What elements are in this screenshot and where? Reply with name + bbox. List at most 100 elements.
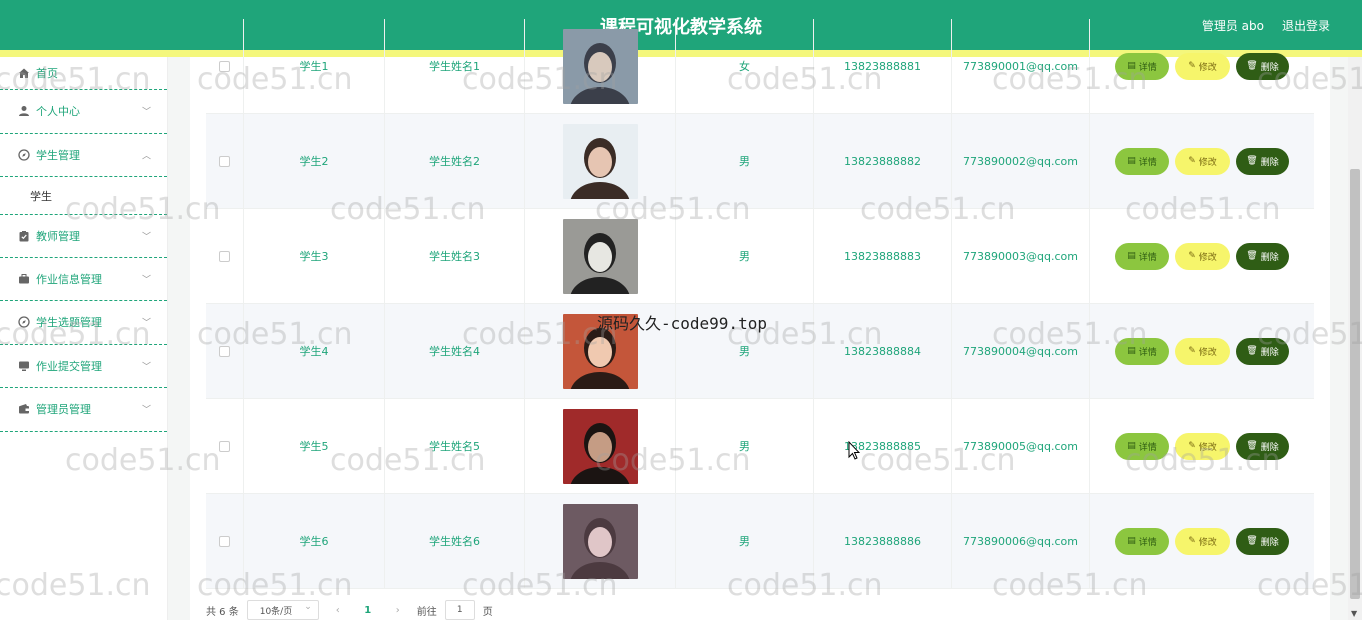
- student-name-cell: 学生姓名1: [385, 19, 525, 113]
- student-photo-cell: [525, 114, 676, 208]
- pagination: 共 6 条 10条/页 ‹ 1 › 前往 1 页: [206, 599, 493, 620]
- page-number-current[interactable]: 1: [357, 605, 379, 616]
- row-actions-cell: ▤ 详情 ✎ 修改 🗑 删除: [1090, 114, 1314, 208]
- pencil-icon: ✎: [1188, 156, 1196, 166]
- sidebar-item-student-management[interactable]: 学生管理 ︿: [0, 134, 167, 177]
- student-sex-cell: 男: [676, 209, 814, 303]
- student-sex-cell: 男: [676, 399, 814, 493]
- chevron-down-icon: ﹀: [141, 107, 151, 118]
- delete-button[interactable]: 🗑 删除: [1236, 52, 1289, 80]
- delete-button[interactable]: 🗑 删除: [1236, 147, 1289, 175]
- edit-button[interactable]: ✎ 修改: [1175, 337, 1230, 365]
- clipboard-icon: [18, 230, 30, 242]
- mouse-cursor-icon: [848, 441, 860, 460]
- row-checkbox[interactable]: [219, 345, 230, 357]
- sidebar-item-home[interactable]: 首页: [0, 57, 167, 90]
- delete-button[interactable]: 🗑 删除: [1236, 337, 1289, 365]
- sidebar-item-label: 学生选题管理: [36, 316, 102, 330]
- student-photo-cell: [525, 494, 676, 588]
- edit-button[interactable]: ✎ 修改: [1175, 242, 1230, 270]
- sidebar-item-label: 作业提交管理: [36, 359, 102, 373]
- row-checkbox-cell: [206, 494, 244, 588]
- edit-button[interactable]: ✎ 修改: [1175, 527, 1230, 555]
- detail-button[interactable]: ▤ 详情: [1115, 52, 1169, 80]
- chevron-down-icon: ﹀: [141, 275, 151, 286]
- trash-icon: 🗑: [1246, 346, 1258, 356]
- trash-icon: 🗑: [1246, 61, 1258, 71]
- edit-button-label: 修改: [1198, 442, 1217, 453]
- trash-icon: 🗑: [1246, 156, 1258, 166]
- detail-button-label: 详情: [1138, 442, 1157, 453]
- next-page-icon[interactable]: ›: [387, 605, 409, 616]
- document-icon: ▤: [1127, 441, 1136, 451]
- wallet-icon: [18, 403, 30, 415]
- sidebar-item-label: 作业信息管理: [36, 272, 102, 286]
- delete-button[interactable]: 🗑 删除: [1236, 527, 1289, 555]
- document-icon: ▤: [1127, 156, 1136, 166]
- student-phone-cell: 13823888886: [814, 494, 952, 588]
- edit-button[interactable]: ✎ 修改: [1175, 432, 1230, 460]
- sidebar-item-admin-management[interactable]: 管理员管理 ﹀: [0, 388, 167, 432]
- sidebar-menu: 首页 个人中心 ﹀ 学生管理 ︿ 学生 教师管理 ﹀ 作业信息管理 ﹀ 学生选题…: [0, 57, 168, 620]
- row-actions-cell: ▤ 详情 ✎ 修改 🗑 删除: [1090, 304, 1314, 398]
- row-checkbox[interactable]: [219, 535, 230, 547]
- student-name-cell: 学生姓名3: [385, 209, 525, 303]
- document-icon: ▤: [1127, 61, 1136, 71]
- row-checkbox[interactable]: [219, 155, 230, 167]
- document-icon: ▤: [1127, 251, 1136, 261]
- edit-button[interactable]: ✎ 修改: [1175, 147, 1230, 175]
- row-checkbox[interactable]: [219, 440, 230, 452]
- sidebar-item-homework-submission-management[interactable]: 作业提交管理 ﹀: [0, 345, 167, 388]
- delete-button-label: 删除: [1260, 537, 1279, 548]
- student-id-cell: 学生4: [244, 304, 385, 398]
- scrollbar-thumb[interactable]: [1350, 169, 1360, 599]
- student-name-cell: 学生姓名5: [385, 399, 525, 493]
- compass-icon: [18, 149, 30, 161]
- detail-button[interactable]: ▤ 详情: [1115, 432, 1169, 460]
- row-checkbox[interactable]: [219, 60, 230, 72]
- student-photo: [562, 218, 638, 294]
- row-checkbox-cell: [206, 19, 244, 113]
- user-icon: [18, 105, 30, 117]
- detail-button[interactable]: ▤ 详情: [1115, 242, 1169, 270]
- table-row: 学生4 学生姓名4 男 13823888884 773890004@qq.com…: [206, 304, 1314, 399]
- sidebar-item-teacher-management[interactable]: 教师管理 ﹀: [0, 214, 167, 258]
- trash-icon: 🗑: [1246, 441, 1258, 451]
- goto-page-input[interactable]: 1: [444, 600, 475, 620]
- detail-button-label: 详情: [1138, 157, 1157, 168]
- scroll-down-arrow-icon[interactable]: ▼: [1351, 609, 1357, 618]
- sidebar-item-topic-selection-management[interactable]: 学生选题管理 ﹀: [0, 301, 167, 345]
- student-sex-cell: 男: [676, 114, 814, 208]
- prev-page-icon[interactable]: ‹: [327, 605, 349, 616]
- edit-button[interactable]: ✎ 修改: [1175, 52, 1230, 80]
- row-checkbox[interactable]: [219, 250, 230, 262]
- document-icon: ▤: [1127, 346, 1136, 356]
- chevron-down-icon: ﹀: [141, 318, 151, 329]
- detail-button-label: 详情: [1138, 252, 1157, 263]
- table-row: 学生2 学生姓名2 男 13823888882 773890002@qq.com…: [206, 114, 1314, 209]
- pencil-icon: ✎: [1188, 346, 1196, 356]
- student-sex-cell: 女: [676, 19, 814, 113]
- sidebar-item-label: 首页: [36, 67, 58, 80]
- edit-button-label: 修改: [1198, 537, 1217, 548]
- student-photo-cell: [525, 19, 676, 113]
- page-scrollbar[interactable]: ▼: [1348, 57, 1362, 620]
- detail-button[interactable]: ▤ 详情: [1115, 337, 1169, 365]
- sidebar-item-homework-info-management[interactable]: 作业信息管理 ﹀: [0, 258, 167, 301]
- sidebar-item-personal-center[interactable]: 个人中心 ﹀: [0, 90, 167, 134]
- student-photo-cell: [525, 399, 676, 493]
- page-size-select[interactable]: 10条/页: [246, 600, 319, 620]
- sidebar-subitem-student[interactable]: 学生: [0, 177, 167, 214]
- delete-button[interactable]: 🗑 删除: [1236, 242, 1289, 270]
- student-email-cell: 773890004@qq.com: [952, 304, 1090, 398]
- goto-label: 前往: [416, 606, 437, 618]
- detail-button[interactable]: ▤ 详情: [1115, 147, 1169, 175]
- student-photo: [562, 28, 638, 104]
- detail-button[interactable]: ▤ 详情: [1115, 527, 1169, 555]
- student-id-cell: 学生3: [244, 209, 385, 303]
- pencil-icon: ✎: [1188, 251, 1196, 261]
- student-photo: [562, 123, 638, 199]
- delete-button[interactable]: 🗑 删除: [1236, 432, 1289, 460]
- monitor-icon: [18, 360, 30, 372]
- chevron-down-icon: ﹀: [141, 405, 151, 416]
